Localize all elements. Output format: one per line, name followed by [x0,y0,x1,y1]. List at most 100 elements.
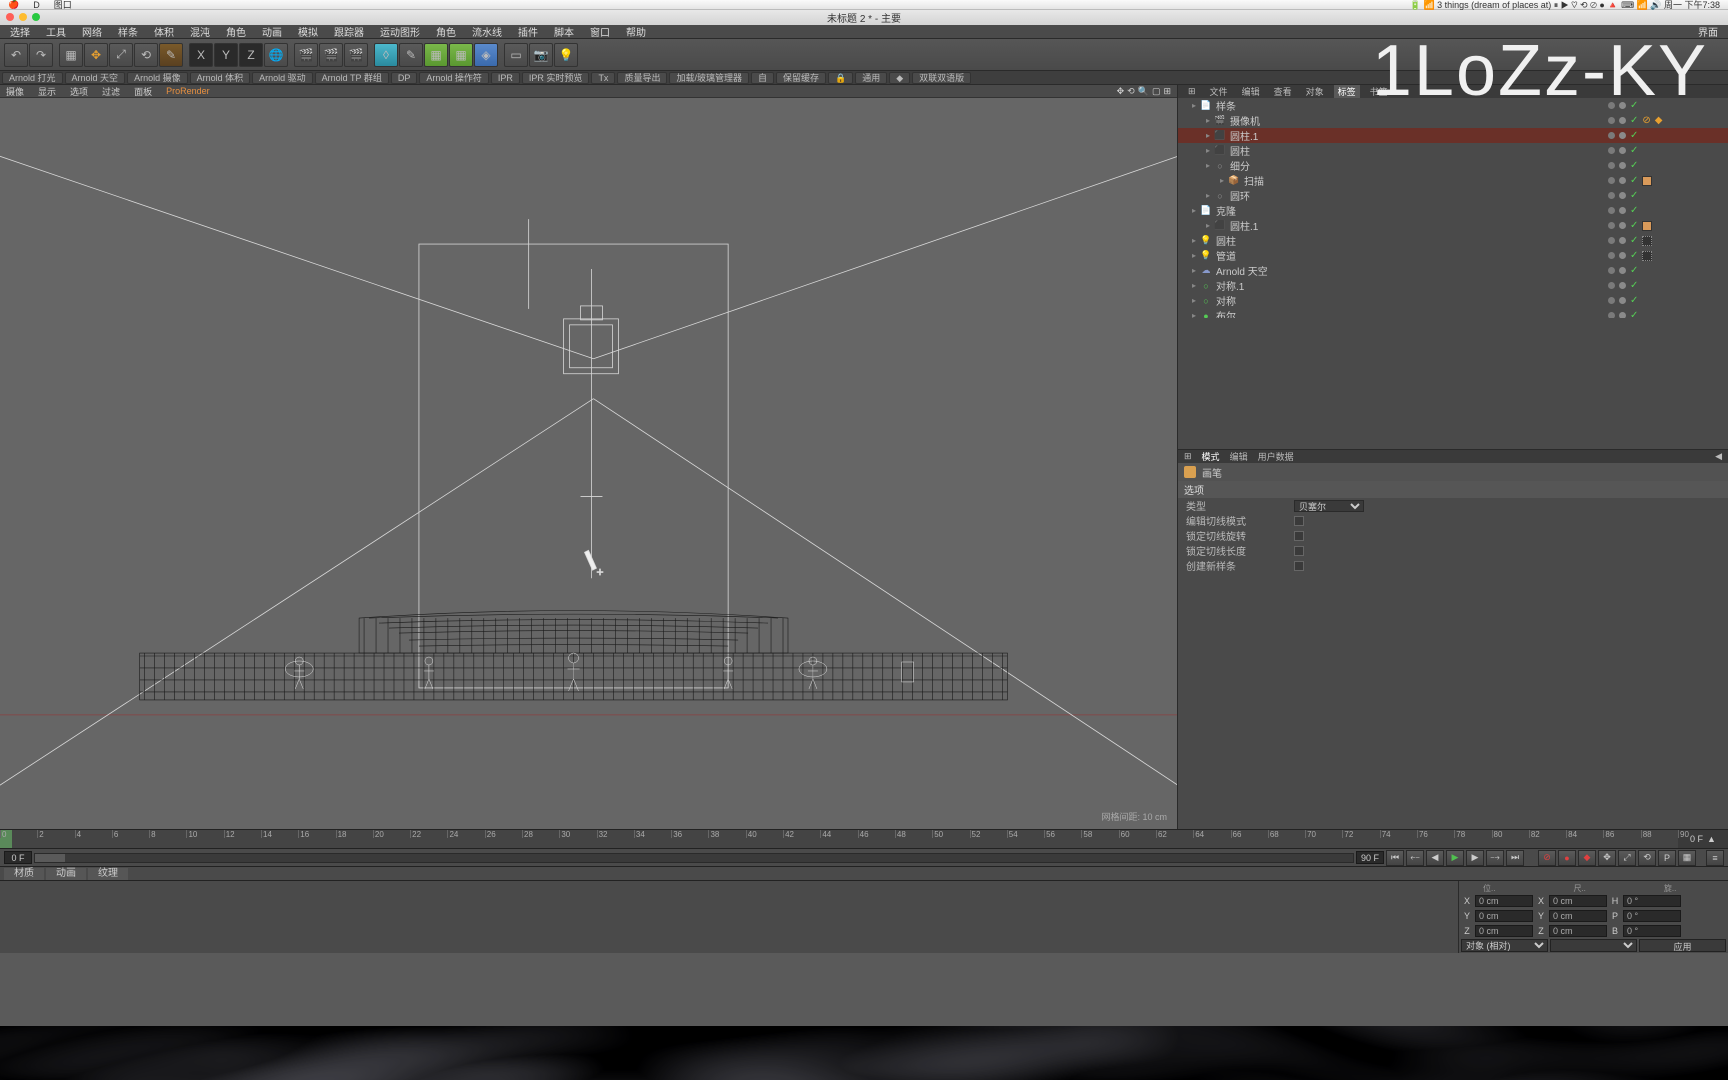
arnold-Arnold 驱动[interactable]: Arnold 驱动 [252,72,313,84]
coord-apply-button[interactable]: 应用 [1639,939,1726,952]
attr-select[interactable]: 贝塞尔 [1294,500,1364,512]
arnold-双联双语版[interactable]: 双联双语版 [912,72,971,84]
keyframe-button[interactable]: ◆ [1578,850,1596,866]
spline-pen[interactable]: ✎ [399,43,423,67]
menu-窗口[interactable]: 窗口 [590,24,610,39]
frame-end-field[interactable]: 90 F [1356,851,1384,864]
viewport-3d[interactable]: + [0,98,1177,829]
object-manager[interactable]: 1LoZz-KY ▸ 📄 样条 ✓ ▸ 🎬 摄像机 ✓ ⊘◆ ▸ ⬛ 圆柱.1 … [1178,98,1728,318]
menu-体积[interactable]: 体积 [154,24,174,39]
deformer-bend[interactable]: ◈ [474,43,498,67]
autokey-button[interactable]: ● [1558,850,1576,866]
object-row-管道[interactable]: ▸ 💡 管道 ✓ [1178,248,1728,263]
select-tool[interactable]: ▦ [59,43,83,67]
menu-动画[interactable]: 动画 [262,24,282,39]
coord-system[interactable]: 🌐 [264,43,288,67]
tab-material[interactable]: 材质 [4,868,44,880]
object-row-圆柱[interactable]: ▸ ⬛ 圆柱 ✓ [1178,143,1728,158]
menu-角色[interactable]: 角色 [226,24,246,39]
scale-key-button[interactable]: ⤢ [1618,850,1636,866]
rotate-tool[interactable]: ⟲ [134,43,158,67]
object-row-对称.1[interactable]: ▸ ○ 对称.1 ✓ [1178,278,1728,293]
redo-button[interactable]: ↷ [29,43,53,67]
attr-tab-mode-icon[interactable]: ⊞ [1184,451,1192,462]
pos-key-button[interactable]: ✥ [1598,850,1616,866]
traffic-lights[interactable] [6,13,40,21]
arnold-Arnold 天空[interactable]: Arnold 天空 [65,72,126,84]
menu-脚本[interactable]: 脚本 [554,24,574,39]
arnold-通用[interactable]: 通用 [855,72,887,84]
coord-rot-Y[interactable] [1623,910,1681,922]
object-tags[interactable]: ✓ [1608,250,1728,261]
vp-panel[interactable]: 面板 [134,85,152,98]
record-button[interactable]: ⊘ [1538,850,1556,866]
arnold-Arnold 体积[interactable]: Arnold 体积 [190,72,251,84]
recent-tool[interactable]: ✎ [159,43,183,67]
maximize-icon[interactable] [32,13,40,21]
attr-checkbox[interactable] [1294,546,1304,556]
menu-插件[interactable]: 插件 [518,24,538,39]
object-tags[interactable]: ✓ [1608,145,1728,156]
arnold-◆[interactable]: ◆ [889,72,910,84]
light-button[interactable]: 💡 [554,43,578,67]
menu-帮助[interactable]: 帮助 [626,24,646,39]
arnold-🔒[interactable]: 🔒 [828,72,853,84]
camera-button[interactable]: 📷 [529,43,553,67]
coord-size-X[interactable] [1549,895,1607,907]
render-view[interactable]: 🎬 [294,43,318,67]
vp-filter[interactable]: 过滤 [102,85,120,98]
object-row-圆环[interactable]: ▸ ○ 圆环 ✓ [1178,188,1728,203]
obj-tab[interactable]: 编辑 [1238,85,1264,98]
object-row-圆柱.1[interactable]: ▸ ⬛ 圆柱.1 ✓ [1178,218,1728,233]
obj-tab[interactable]: ⊞ [1184,86,1200,97]
next-frame-button[interactable]: ▶ [1466,850,1484,866]
material-manager[interactable] [0,881,1458,953]
object-tags[interactable]: ✓ [1608,310,1728,318]
object-row-克隆[interactable]: ▸ 📄 克隆 ✓ [1178,203,1728,218]
generator-subdivide[interactable]: ▦ [424,43,448,67]
menu-混沌[interactable]: 混沌 [190,24,210,39]
obj-tab[interactable]: 标签 [1334,85,1360,98]
primitive-cube[interactable]: ◊ [374,43,398,67]
param-key-button[interactable]: P [1658,850,1676,866]
coord-size-Z[interactable] [1549,925,1607,937]
arnold-Arnold 打光[interactable]: Arnold 打光 [2,72,63,84]
attr-checkbox[interactable] [1294,516,1304,526]
menu-模拟[interactable]: 模拟 [298,24,318,39]
tab-anim[interactable]: 动画 [46,868,86,880]
coord-size-Y[interactable] [1549,910,1607,922]
coord-rot-X[interactable] [1623,895,1681,907]
undo-button[interactable]: ↶ [4,43,28,67]
menu-角色[interactable]: 角色 [436,24,456,39]
axis-z-toggle[interactable]: Z [239,43,263,67]
prev-key-button[interactable]: ⤌ [1406,850,1424,866]
coord-mode-select[interactable]: 对象 (相对) [1461,939,1548,952]
obj-tab[interactable]: 查看 [1270,85,1296,98]
coord-size-mode[interactable] [1550,939,1637,952]
arnold-Arnold 摄像[interactable]: Arnold 摄像 [127,72,188,84]
object-tags[interactable]: ✓ [1608,265,1728,276]
frame-start-field[interactable]: 0 F [4,851,32,864]
object-tags[interactable]: ✓ [1608,130,1728,141]
menu-网络[interactable]: 网络 [82,24,102,39]
attr-tab-edit[interactable]: 编辑 [1230,450,1248,463]
move-tool[interactable]: ✥ [84,43,108,67]
render-region[interactable]: 🎬 [319,43,343,67]
coord-pos-Z[interactable] [1475,925,1533,937]
rot-key-button[interactable]: ⟲ [1638,850,1656,866]
next-key-button[interactable]: ⤍ [1486,850,1504,866]
menu-选择[interactable]: 选择 [10,24,30,39]
object-row-扫描[interactable]: ▸ 📦 扫描 ✓ [1178,173,1728,188]
arnold-IPR 实时预览[interactable]: IPR 实时预览 [522,72,590,84]
menu-跟踪器[interactable]: 跟踪器 [334,24,364,39]
vp-options[interactable]: 选项 [70,85,88,98]
pla-key-button[interactable]: ▦ [1678,850,1696,866]
dopesheet-button[interactable]: ≡ [1706,850,1724,866]
object-row-样条[interactable]: ▸ 📄 样条 ✓ [1178,98,1728,113]
object-row-摄像机[interactable]: ▸ 🎬 摄像机 ✓ ⊘◆ [1178,113,1728,128]
arnold-IPR[interactable]: IPR [491,72,520,84]
attr-tab-userdata[interactable]: 用户数据 [1258,450,1294,463]
object-tags[interactable]: ✓ ⊘◆ [1608,115,1728,126]
goto-end-button[interactable]: ⏭ [1506,850,1524,866]
arnold-保留缓存[interactable]: 保留缓存 [776,72,826,84]
